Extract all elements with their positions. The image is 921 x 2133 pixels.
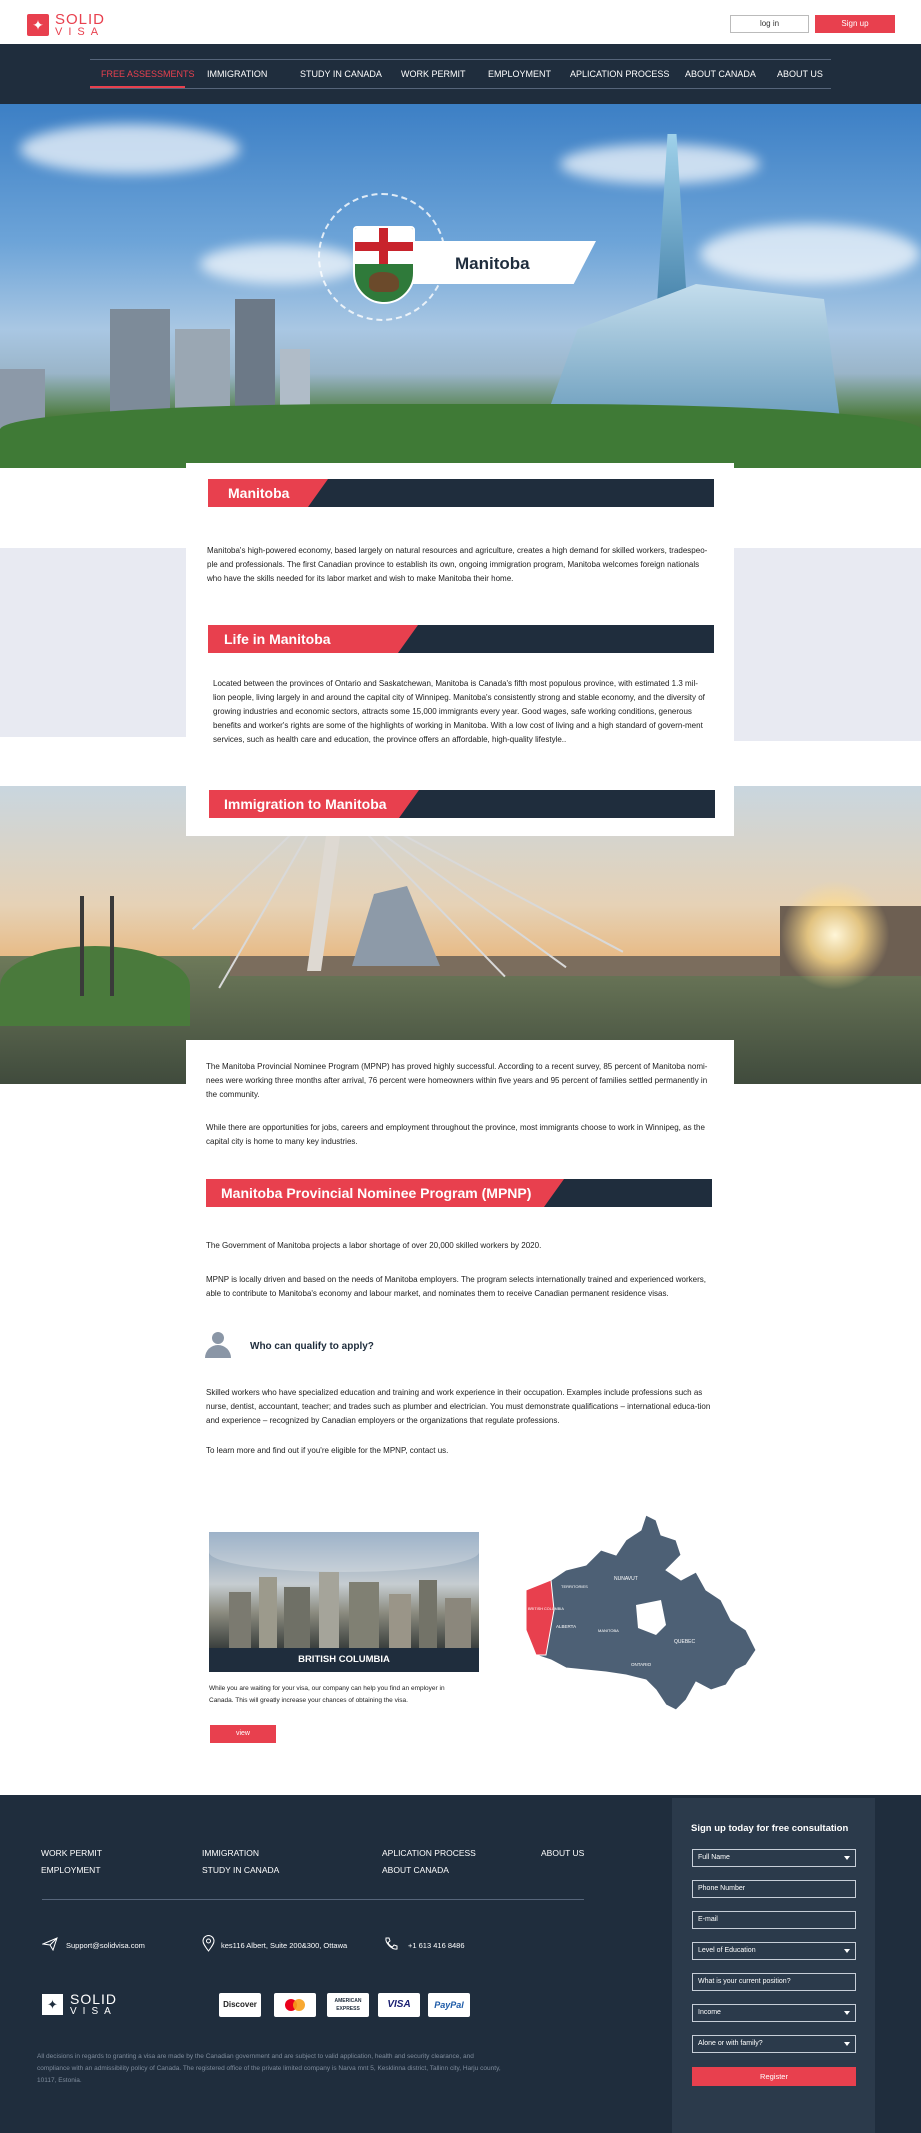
section-text: To learn more and find out if you're eli… [206,1446,449,1455]
section-header-immigration: Immigration to Manitoba [209,790,715,818]
footer-link-work-permit[interactable]: WORK PERMIT [41,1848,102,1859]
section-header-mpnp: Manitoba Provincial Nominee Program (MPN… [206,1179,712,1207]
chevron-down-icon [844,2011,850,2015]
paper-plane-icon [42,1937,58,1951]
footer-link-study-in-canada[interactable]: STUDY IN CANADA [202,1865,279,1876]
section-text: The Manitoba Provincial Nominee Program … [206,1062,708,1099]
footer-email[interactable]: Support@solidvisa.com [66,1941,145,1951]
footer-divider [42,1899,584,1900]
login-button[interactable]: log in [730,15,809,33]
section-title: Manitoba Provincial Nominee Program (MPN… [221,1185,532,1201]
map-label-nwt: TERRITORIES [561,1584,588,1589]
location-pin-icon [202,1935,215,1952]
section-text: MPNP is locally driven and based on the … [206,1275,706,1298]
nav-item-about-us[interactable]: ABOUT US [777,68,823,80]
footer-phone[interactable]: +1 613 416 8486 [408,1941,465,1951]
full-name-select[interactable]: Full Name [692,1849,856,1867]
qualify-title: Who can qualify to apply? [250,1341,374,1352]
section-text: While there are opportunities for jobs, … [206,1123,705,1146]
footer-link-about-us[interactable]: ABOUT US [541,1848,584,1859]
form-title: Sign up today for free consultation [691,1823,849,1834]
map-label-alberta: ALBERTA [556,1624,576,1629]
nav-item-free-assessments[interactable]: FREE ASSESSMENTS [101,68,195,80]
section-text: The Government of Manitoba projects a la… [206,1241,542,1250]
footer-logo-bottom[interactable]: VISA [70,2006,117,2017]
phone-number-input[interactable]: Phone Number [692,1880,856,1898]
chevron-down-icon [844,1856,850,1860]
nav-divider [90,59,831,60]
footer-link-immigration[interactable]: IMMIGRATION [202,1848,259,1859]
register-button[interactable]: Register [692,2067,856,2086]
email-input[interactable]: E-mail [692,1911,856,1929]
footer-link-about-canada[interactable]: ABOUT CANADA [382,1865,449,1876]
nav-item-application-process[interactable]: APLICATION PROCESS [570,68,669,80]
section-title: Immigration to Manitoba [224,796,387,812]
nav-divider [90,88,831,89]
chevron-down-icon [844,2042,850,2046]
section-title: Life in Manitoba [224,631,331,647]
maple-leaf-icon[interactable]: ✦ [27,14,49,36]
footer-logo-top[interactable]: SOLID [70,1991,117,2007]
section-text: Manitoba's high-powered economy, based l… [207,546,708,583]
hero-image [0,104,921,468]
person-icon [205,1345,231,1358]
phone-icon [385,1937,398,1950]
section-text: Located between the provinces of Ontario… [213,679,705,744]
nav-active-indicator [90,86,185,88]
discover-logo: Discover [219,1993,261,2017]
map-label-quebec: QUEBEC [674,1639,696,1645]
map-label-ontario: ONTARIO [631,1662,652,1667]
family-select[interactable]: Alone or with family? [692,2035,856,2053]
logo-text-bottom[interactable]: VISA [55,26,104,38]
section-header-manitoba: Manitoba [208,479,714,507]
province-label: BRITISH COLUMBIA [298,1654,390,1665]
logo-text-top[interactable]: SOLID [55,12,105,27]
chevron-down-icon [844,1949,850,1953]
section-text: Skilled workers who have specialized edu… [206,1388,711,1425]
section-title: Manitoba [228,485,290,501]
amex-logo: AMERICAN EXPRESS [327,1993,369,2017]
map-label-nunavut: NUNAVUT [614,1576,638,1582]
mastercard-logo [274,1993,316,2017]
nav-item-immigration[interactable]: IMMIGRATION [207,68,267,80]
side-band-left [0,548,186,737]
hero-title: Manitoba [455,254,530,273]
person-icon [212,1332,224,1344]
map-label-manitoba: MANITOBA [598,1628,619,1633]
nav-item-study-in-canada[interactable]: STUDY IN CANADA [300,68,382,80]
province-photo[interactable] [209,1532,479,1648]
footer-link-employment[interactable]: EMPLOYMENT [41,1865,101,1876]
map-label-bc: BRITISH COLUMBIA [528,1607,564,1611]
education-level-select[interactable]: Level of Education [692,1942,856,1960]
nav-item-work-permit[interactable]: WORK PERMIT [401,68,466,80]
paypal-logo: PayPal [428,1993,470,2017]
nav-item-about-canada[interactable]: ABOUT CANADA [685,68,756,80]
footer-address: kes116 Albert, Suite 200&300, Ottawa [221,1941,348,1950]
legal-text: All decisions in regards to granting a v… [37,2053,501,2084]
view-button[interactable]: view [210,1725,276,1743]
map-label-yukon: YUKON [528,1572,544,1577]
maple-leaf-icon[interactable]: ✦ [42,1994,63,2015]
signup-button[interactable]: Sign up [815,15,895,33]
side-band-right [734,548,921,741]
nav-item-employment[interactable]: EMPLOYMENT [488,68,551,80]
current-position-input[interactable]: What is your current position? [692,1973,856,1991]
section-header-life: Life in Manitoba [208,625,714,653]
province-text: While you are waiting for your visa, our… [209,1685,445,1704]
footer-link-application-process[interactable]: APLICATION PROCESS [382,1848,476,1859]
canada-map[interactable]: YUKON TERRITORIES NUNAVUT BRITISH COLUMB… [506,1510,766,1730]
manitoba-coat-of-arms-icon [353,226,415,304]
sunburst [780,880,890,990]
visa-logo: VISA [378,1993,420,2017]
income-select[interactable]: Income [692,2004,856,2022]
